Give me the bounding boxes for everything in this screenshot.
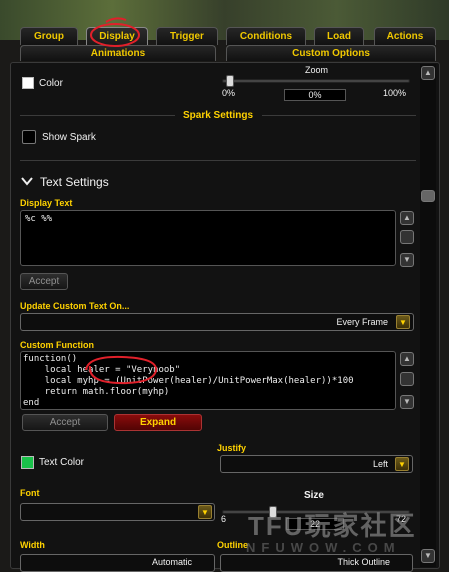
tab-custom-options[interactable]: Custom Options (226, 45, 436, 61)
red-annotation-circle (90, 17, 140, 47)
color-label: Color (39, 78, 63, 89)
watermark-logo: TFU玩家社区 (248, 511, 417, 541)
watermark-url: NFUWOW.COM (246, 540, 401, 555)
size-min-label: 6 (221, 514, 227, 524)
code-line: return math.floor(myhp) (23, 387, 170, 397)
zoom-slider-thumb[interactable] (226, 75, 234, 87)
show-spark-label: Show Spark (42, 132, 96, 143)
scrollbar-thumb[interactable] (400, 230, 414, 244)
divider (20, 160, 416, 161)
dropdown-arrow-icon[interactable]: ▼ (396, 315, 410, 329)
tab-actions[interactable]: Actions (374, 27, 436, 45)
zoom-slider-track[interactable] (222, 79, 410, 83)
zoom-value-input[interactable]: 0% (284, 89, 346, 101)
tab-row-primary: Group Display Trigger Conditions Load Ac… (8, 27, 442, 45)
scroll-up-icon[interactable]: ▲ (421, 66, 435, 80)
custom-function-label: Custom Function (20, 340, 94, 350)
dropdown-arrow-icon[interactable]: ▼ (198, 505, 212, 519)
zoom-max-label: 100% (383, 88, 407, 98)
scroll-up-icon[interactable]: ▲ (400, 211, 414, 225)
zoom-label: Zoom (305, 65, 329, 75)
dropdown-arrow-icon[interactable]: ▼ (395, 457, 409, 471)
divider (262, 115, 416, 116)
show-spark-checkbox[interactable] (22, 130, 36, 144)
update-custom-text-label: Update Custom Text On... (20, 301, 130, 311)
justify-value: Left (372, 459, 388, 469)
scroll-down-icon[interactable]: ▼ (421, 549, 435, 563)
code-line: local myhp = (UnitPower(healer)/UnitPowe… (23, 376, 354, 386)
color-swatch[interactable] (22, 77, 34, 89)
outline-value: Thick Outline (337, 557, 390, 567)
zoom-min-label: 0% (222, 88, 236, 98)
tab-conditions[interactable]: Conditions (226, 27, 306, 45)
width-label: Width (20, 540, 45, 550)
custom-function-expand-button[interactable]: Expand (114, 414, 202, 431)
outline-label: Outline (217, 540, 248, 550)
scrollbar-track[interactable] (420, 64, 436, 567)
display-text-value: %c %% (25, 214, 53, 224)
scroll-down-icon[interactable]: ▼ (400, 253, 414, 267)
width-value: Automatic (151, 557, 192, 567)
red-annotation-circle (85, 355, 158, 385)
font-dropdown[interactable] (20, 503, 215, 521)
scrollbar-thumb[interactable] (400, 372, 414, 386)
display-text-accept-button[interactable]: Accept (20, 273, 68, 290)
text-color-swatch[interactable] (21, 456, 34, 469)
justify-label: Justify (217, 443, 247, 453)
display-text-label: Display Text (20, 198, 73, 208)
size-label: Size (303, 490, 324, 501)
scroll-down-icon[interactable]: ▼ (400, 395, 414, 409)
custom-function-accept-button[interactable]: Accept (22, 414, 108, 431)
code-line: function() (23, 354, 78, 364)
text-settings-heading[interactable]: Text Settings (40, 175, 109, 189)
scroll-up-icon[interactable]: ▲ (400, 352, 414, 366)
tab-load[interactable]: Load (314, 27, 364, 45)
scrollbar-thumb[interactable] (421, 190, 435, 202)
display-text-editbox[interactable] (20, 210, 396, 266)
tab-row-secondary: Animations Custom Options (8, 45, 442, 63)
code-line: end (23, 398, 40, 408)
tab-trigger[interactable]: Trigger (156, 27, 218, 45)
tab-group[interactable]: Group (20, 27, 78, 45)
update-custom-text-value: Every Frame (336, 317, 388, 327)
text-color-label: Text Color (39, 457, 85, 468)
chevron-down-icon[interactable] (21, 176, 33, 186)
font-label: Font (20, 488, 40, 498)
spark-settings-heading: Spark Settings (182, 110, 254, 121)
divider (20, 115, 175, 116)
